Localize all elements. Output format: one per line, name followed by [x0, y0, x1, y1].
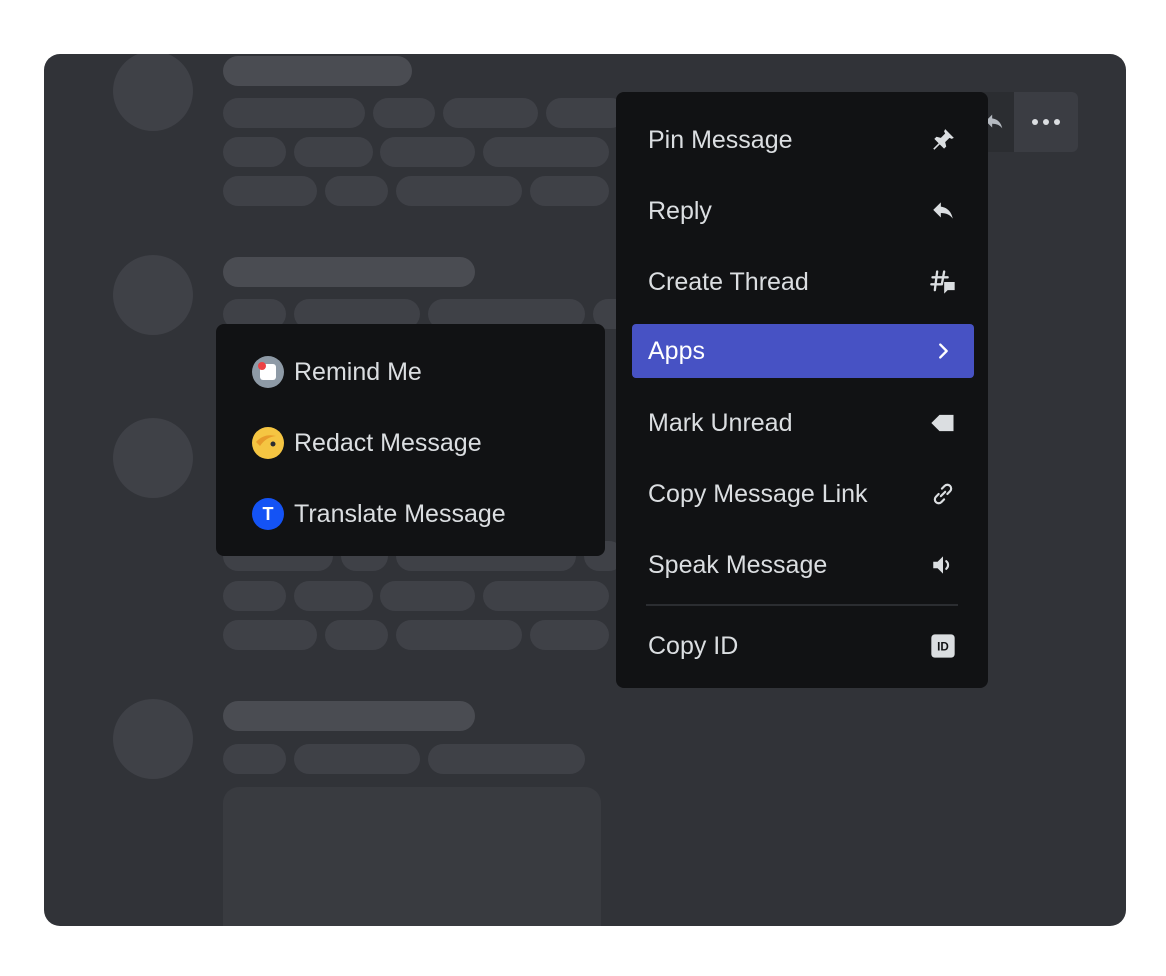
text-skeleton — [483, 581, 609, 611]
translate-message-app-icon: T — [252, 498, 284, 530]
text-skeleton — [380, 137, 475, 167]
message-context-menu: Pin Message Reply Create Thread Apps Mar… — [616, 92, 988, 688]
text-skeleton — [530, 176, 609, 206]
id-icon: ID — [928, 631, 958, 661]
text-skeleton — [294, 744, 420, 774]
text-skeleton — [294, 137, 373, 167]
menu-item-label: Apps — [648, 336, 705, 365]
more-dot-icon — [1043, 119, 1049, 125]
more-dot-icon — [1054, 119, 1060, 125]
text-skeleton — [223, 176, 317, 206]
avatar — [113, 54, 193, 131]
menu-item-label: Copy ID — [648, 631, 739, 660]
text-skeleton — [428, 744, 585, 774]
menu-item-label: Mark Unread — [648, 408, 793, 437]
avatar — [113, 699, 193, 779]
text-skeleton — [483, 137, 609, 167]
pin-icon — [928, 125, 958, 155]
text-skeleton — [223, 581, 286, 611]
menu-item-speak-message[interactable]: Speak Message — [632, 538, 974, 592]
mark-unread-icon — [928, 408, 958, 438]
menu-item-label: Create Thread — [648, 267, 809, 296]
text-skeleton — [223, 137, 286, 167]
more-options-button[interactable] — [1014, 92, 1078, 152]
username-skeleton — [223, 257, 475, 287]
apps-submenu: Remind Me Redact Message T Translate Mes… — [216, 324, 605, 556]
submenu-item-label: Remind Me — [294, 357, 422, 386]
text-skeleton — [223, 620, 317, 650]
chevron-right-icon — [928, 336, 958, 366]
remind-me-app-icon — [252, 356, 284, 388]
menu-item-copy-message-link[interactable]: Copy Message Link — [632, 467, 974, 521]
text-skeleton — [223, 98, 365, 128]
menu-item-apps[interactable]: Apps — [632, 324, 974, 378]
submenu-item-label: Redact Message — [294, 428, 482, 457]
submenu-item-remind-me[interactable]: Remind Me — [236, 345, 586, 399]
reply-icon — [928, 196, 958, 226]
text-skeleton — [294, 581, 373, 611]
menu-item-copy-id[interactable]: Copy ID ID — [632, 619, 974, 673]
submenu-item-translate-message[interactable]: T Translate Message — [236, 487, 586, 541]
text-skeleton — [223, 744, 286, 774]
avatar — [113, 255, 193, 335]
redact-message-app-icon — [252, 427, 284, 459]
more-dot-icon — [1032, 119, 1038, 125]
attachment-skeleton — [223, 787, 601, 926]
submenu-item-redact-message[interactable]: Redact Message — [236, 416, 586, 470]
link-icon — [928, 479, 958, 509]
username-skeleton — [223, 701, 475, 731]
text-skeleton — [380, 581, 475, 611]
menu-item-label: Speak Message — [648, 550, 828, 579]
text-skeleton — [546, 98, 626, 128]
svg-text:ID: ID — [937, 641, 949, 654]
username-skeleton — [223, 56, 412, 86]
menu-item-label: Pin Message — [648, 125, 793, 154]
text-skeleton — [373, 98, 435, 128]
text-skeleton — [325, 620, 388, 650]
menu-item-label: Reply — [648, 196, 712, 225]
text-skeleton — [530, 620, 609, 650]
menu-item-mark-unread[interactable]: Mark Unread — [632, 396, 974, 450]
menu-item-pin-message[interactable]: Pin Message — [632, 113, 974, 167]
text-skeleton — [443, 98, 538, 128]
text-skeleton — [325, 176, 388, 206]
speaker-icon — [928, 550, 958, 580]
text-skeleton — [396, 620, 522, 650]
translate-app-letter: T — [262, 503, 274, 524]
text-skeleton — [396, 176, 522, 206]
menu-item-create-thread[interactable]: Create Thread — [632, 255, 974, 309]
thread-icon — [928, 267, 958, 297]
menu-divider — [646, 604, 958, 606]
menu-item-label: Copy Message Link — [648, 479, 868, 508]
submenu-item-label: Translate Message — [294, 499, 506, 528]
menu-item-reply[interactable]: Reply — [632, 184, 974, 238]
avatar — [113, 418, 193, 498]
